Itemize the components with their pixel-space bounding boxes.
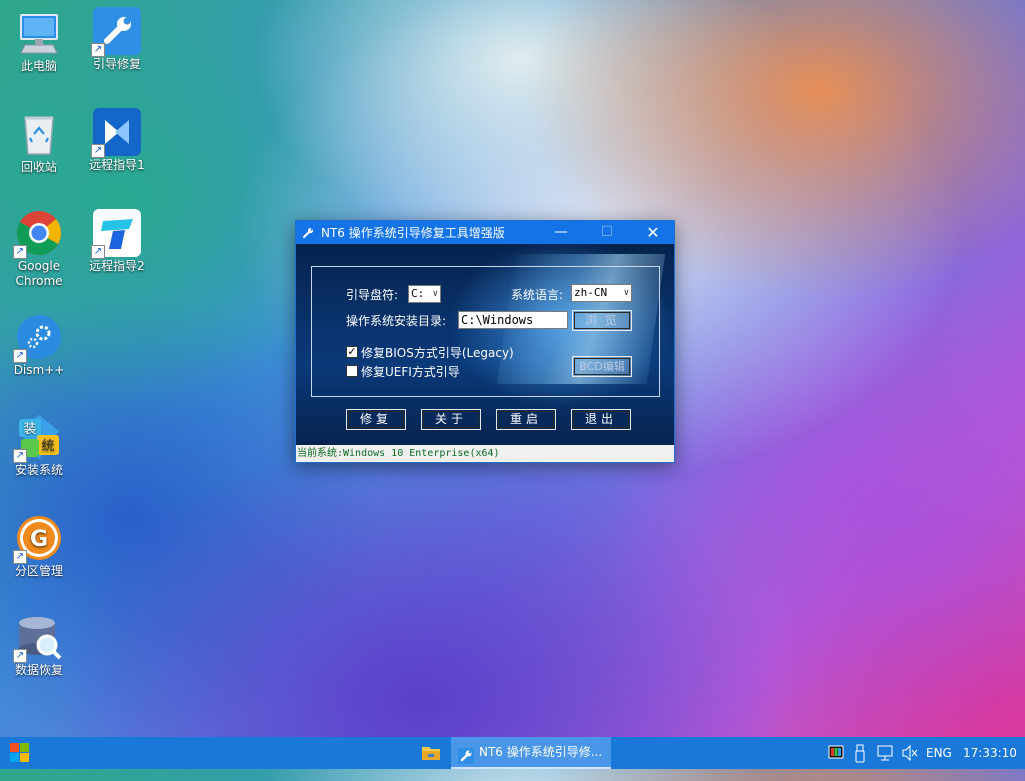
chrome-icon: ↗ xyxy=(13,209,63,259)
shortcut-arrow-icon: ↗ xyxy=(13,449,27,463)
desktop-icon-remote-2[interactable]: ↗ 远程指导2 xyxy=(79,209,155,274)
desktop-icon-remote-1[interactable]: ↗ 远程指导1 xyxy=(79,108,155,173)
uefi-checkbox[interactable] xyxy=(346,365,358,377)
browse-button[interactable]: 浏 览 xyxy=(572,310,632,331)
install-dir-input[interactable]: C:\Windows xyxy=(458,311,568,329)
language-label: 系统语言: xyxy=(511,288,564,302)
color-profile-icon[interactable] xyxy=(828,737,846,769)
title-bar[interactable]: NT6 操作系统引导修复工具增强版 — ☐ ✕ xyxy=(296,221,674,244)
boot-drive-value: C: xyxy=(411,287,425,300)
start-button[interactable] xyxy=(0,737,40,769)
about-button[interactable]: 关于 xyxy=(421,409,481,430)
bios-checkbox[interactable]: ✓ xyxy=(346,346,358,358)
chevron-down-icon: ∨ xyxy=(623,288,629,298)
svg-text:统: 统 xyxy=(41,439,54,454)
desktop-icon-label: 远程指导1 xyxy=(89,158,145,172)
uefi-option-label[interactable]: 修复UEFI方式引导 xyxy=(361,363,460,380)
desktop-icon-label: Google Chrome xyxy=(15,259,63,288)
language-select[interactable]: zh-CN ∨ xyxy=(571,284,632,302)
chevron-down-icon: ∨ xyxy=(432,289,438,299)
shortcut-arrow-icon: ↗ xyxy=(13,349,27,363)
gears-icon: ↗ xyxy=(13,313,63,363)
volume-muted-icon[interactable] xyxy=(901,737,919,769)
shortcut-arrow-icon: ↗ xyxy=(13,550,27,564)
wrench-icon: ↗ xyxy=(91,7,141,57)
data-recovery-icon: ↗ xyxy=(13,613,63,663)
desktop-icon-data-recovery[interactable]: ↗ 数据恢复 xyxy=(1,613,77,678)
partition-icon: G ↗ xyxy=(13,514,63,564)
input-language-indicator[interactable]: ENG xyxy=(926,737,956,769)
shortcut-arrow-icon: ↗ xyxy=(91,144,105,158)
desktop-icon-chrome[interactable]: ↗ Google Chrome xyxy=(1,209,77,289)
desktop-icon-install-system[interactable]: 装 统 ↗ 安装系统 xyxy=(1,413,77,478)
desktop-icon-boot-repair[interactable]: ↗ 引导修复 xyxy=(79,7,155,72)
desktop-icon-label: 数据恢复 xyxy=(14,663,63,677)
todesk-icon: ↗ xyxy=(91,209,141,259)
desktop-icon-label: 分区管理 xyxy=(14,564,63,578)
folder-icon xyxy=(422,747,440,760)
desktop-icon-label: 此电脑 xyxy=(20,59,57,73)
network-icon[interactable] xyxy=(877,737,895,769)
remote-assist-icon: ↗ xyxy=(91,108,141,158)
desktop-icon-label: 远程指导2 xyxy=(89,259,145,273)
minimize-button[interactable]: — xyxy=(538,221,584,244)
status-bar: 当前系统:Windows 10 Enterprise(x64) xyxy=(296,445,674,462)
usb-drive-icon[interactable] xyxy=(853,737,867,769)
desktop-icon-label: 回收站 xyxy=(20,160,57,174)
desktop-icon-label: Dism++ xyxy=(13,363,65,377)
install-dir-label: 操作系统安装目录: xyxy=(346,314,447,328)
shortcut-arrow-icon: ↗ xyxy=(91,43,105,57)
reboot-button[interactable]: 重启 xyxy=(496,409,556,430)
bios-option-label[interactable]: 修复BIOS方式引导(Legacy) xyxy=(361,344,514,361)
boot-drive-select[interactable]: C: ∨ xyxy=(408,285,441,303)
taskbar-item-label: NT6 操作系统引导修... xyxy=(479,745,603,759)
close-button[interactable]: ✕ xyxy=(630,221,676,244)
desktop-icon-this-pc[interactable]: 此电脑 xyxy=(1,9,77,74)
desktop-icon-partition[interactable]: G ↗ 分区管理 xyxy=(1,514,77,579)
windows-logo-icon xyxy=(10,743,29,762)
window-client-area: 引导盘符: C: ∨ 系统语言: zh-CN ∨ 操作系统安装目录: C:\Wi… xyxy=(296,244,674,445)
nt6-repair-window: NT6 操作系统引导修复工具增强版 — ☐ ✕ 引导盘符: C: ∨ 系统语言:… xyxy=(295,220,675,463)
window-title: NT6 操作系统引导修复工具增强版 xyxy=(321,226,505,240)
repair-button[interactable]: 修复 xyxy=(346,409,406,430)
exit-button[interactable]: 退出 xyxy=(571,409,631,430)
install-system-icon: 装 统 ↗ xyxy=(13,413,63,463)
taskbar-item-nt6[interactable]: NT6 操作系统引导修... xyxy=(451,737,611,769)
svg-text:G: G xyxy=(30,527,48,552)
shortcut-arrow-icon: ↗ xyxy=(13,649,27,663)
shortcut-arrow-icon: ↗ xyxy=(91,245,105,259)
desktop-icon-label: 引导修复 xyxy=(92,57,141,71)
computer-icon xyxy=(15,9,63,57)
desktop-icon-dism[interactable]: ↗ Dism++ xyxy=(1,313,77,378)
svg-text:装: 装 xyxy=(23,422,36,437)
language-value: zh-CN xyxy=(574,286,608,299)
boot-drive-label: 引导盘符: xyxy=(346,288,399,302)
desktop-icon-label: 安装系统 xyxy=(14,463,63,477)
shortcut-arrow-icon: ↗ xyxy=(13,245,27,259)
file-explorer-button[interactable] xyxy=(413,737,449,769)
bcd-edit-button[interactable]: BCD编辑 xyxy=(572,356,632,377)
app-wrench-icon xyxy=(301,225,315,240)
clock[interactable]: 17:33:10 xyxy=(963,737,1019,769)
recycle-bin-icon xyxy=(15,110,63,158)
maximize-button[interactable]: ☐ xyxy=(584,221,630,244)
app-wrench-icon xyxy=(458,745,474,764)
desktop-icon-recycle-bin[interactable]: 回收站 xyxy=(1,110,77,175)
taskbar: NT6 操作系统引导修... ENG 17:33:10 xyxy=(0,737,1025,769)
